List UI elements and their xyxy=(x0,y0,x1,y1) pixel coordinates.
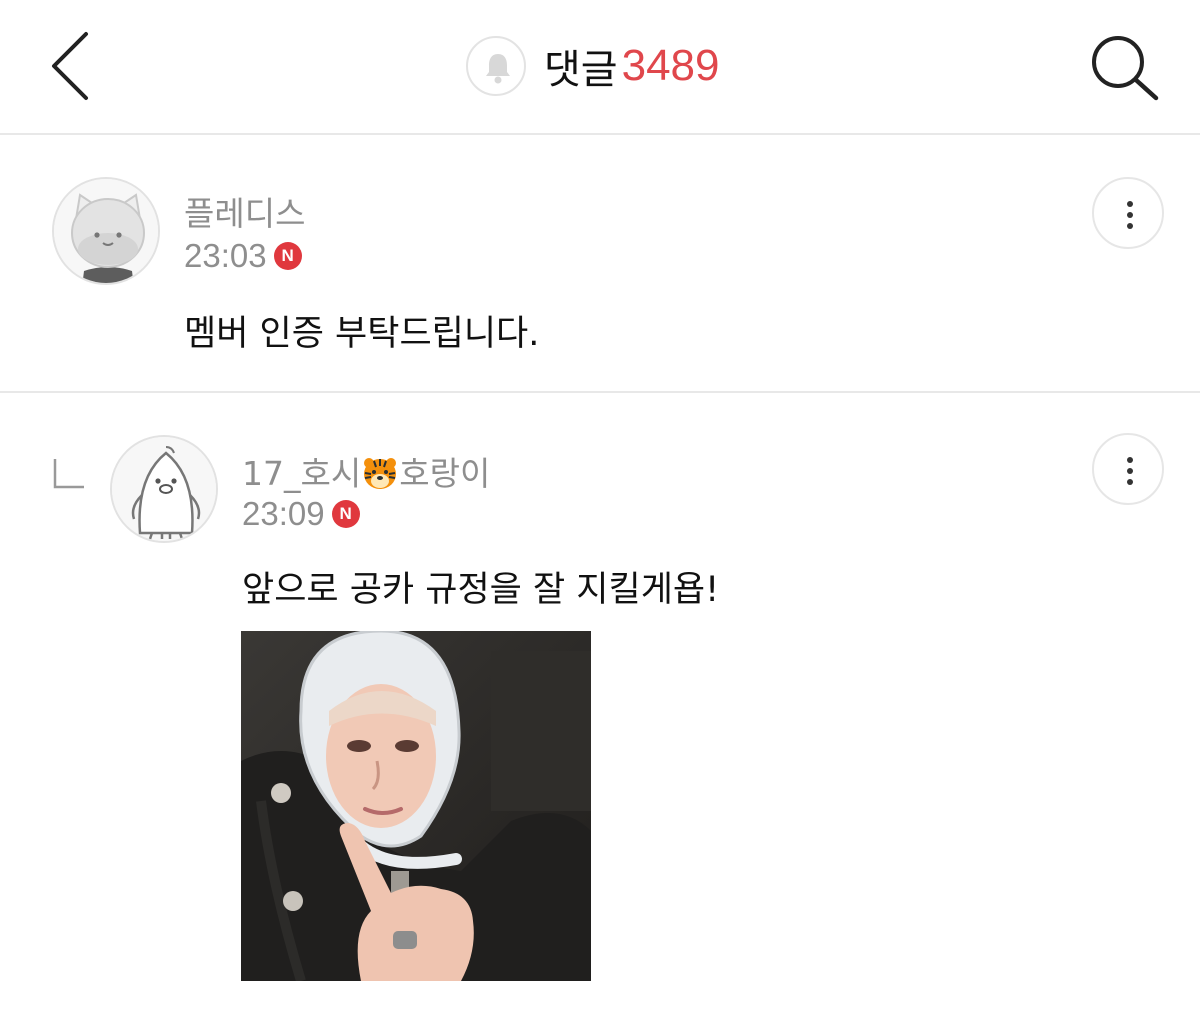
comment-count: 3489 xyxy=(621,41,720,90)
author-name-prefix: 17_호시 xyxy=(242,454,362,493)
more-dot xyxy=(1127,479,1133,485)
search-icon xyxy=(1092,36,1159,101)
tiger-face-icon xyxy=(364,458,397,489)
cat-avatar-icon xyxy=(54,179,158,283)
page-title: 댓글 3489 xyxy=(544,38,720,94)
comment-more-button[interactable] xyxy=(1092,177,1164,249)
reply-arrow-icon xyxy=(53,459,84,489)
comment-meta: 23:09 N xyxy=(242,495,360,533)
comment-author[interactable]: 17_호시 호랑이 xyxy=(242,447,490,495)
comment-item: 플레디스 23:03 N 멤버 인증 부탁드립니다. xyxy=(0,137,1200,393)
comment-more-button[interactable] xyxy=(1092,433,1164,505)
comment-item: 17_호시 호랑이 23:09 N 앞으로 공카 규정을 잘 지킬게욥! xyxy=(0,395,1200,1024)
search-button[interactable] xyxy=(1086,30,1166,104)
comments-label: 댓글 xyxy=(544,47,618,93)
comment-body: 멤버 인증 부탁드립니다. xyxy=(184,314,540,354)
avatar[interactable] xyxy=(52,177,160,285)
notification-toggle-button[interactable] xyxy=(466,36,526,96)
more-dot xyxy=(1127,212,1133,218)
selfie-photo-image xyxy=(241,631,591,981)
attached-photo[interactable] xyxy=(241,631,591,981)
chevron-left-icon xyxy=(52,32,88,100)
comment-author[interactable]: 플레디스 xyxy=(184,187,305,235)
more-dot xyxy=(1127,223,1133,229)
comment-time: 23:09 xyxy=(242,495,325,532)
new-badge: N xyxy=(273,242,302,270)
bell-icon xyxy=(486,54,510,84)
comment-body: 앞으로 공카 규정을 잘 지킬게욥! xyxy=(242,570,720,610)
more-dot xyxy=(1127,468,1133,474)
top-bar: 댓글 3489 xyxy=(0,0,1200,135)
comment-meta: 23:03 N xyxy=(184,237,302,275)
more-vertical-icon xyxy=(1127,201,1133,207)
avatar[interactable] xyxy=(110,435,218,543)
penguin-avatar-icon xyxy=(112,437,216,541)
author-name-suffix: 호랑이 xyxy=(399,454,491,493)
comment-time: 23:03 xyxy=(184,237,267,274)
back-button[interactable] xyxy=(40,26,100,106)
new-badge: N xyxy=(331,500,360,528)
more-vertical-icon xyxy=(1127,457,1133,463)
